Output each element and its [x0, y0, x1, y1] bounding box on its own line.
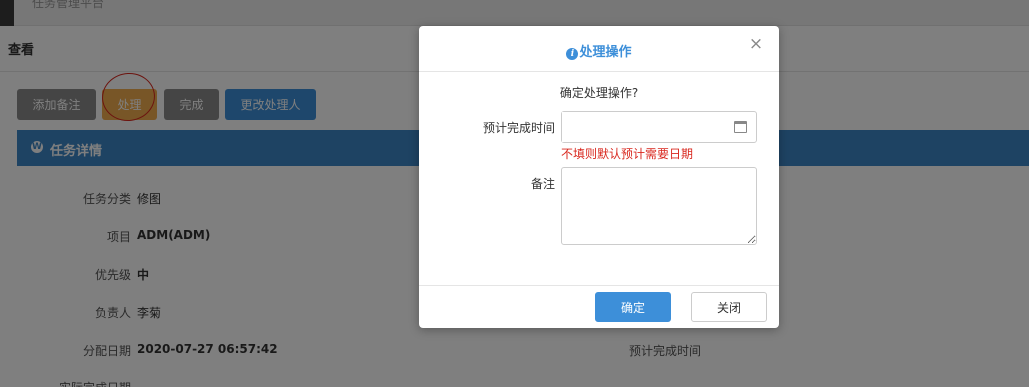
- handle-dialog: i 处理操作 × 确定处理操作? 预计完成时间 不填则默认预计需要日期 备注 确定…: [419, 26, 779, 328]
- close-button[interactable]: 关闭: [691, 292, 767, 322]
- date-hint: 不填则默认预计需要日期: [561, 147, 694, 161]
- dialog-title: i 处理操作: [419, 41, 779, 60]
- confirm-message: 确定处理操作?: [559, 86, 639, 100]
- dialog-title-text: 处理操作: [579, 45, 632, 60]
- expected-time-input[interactable]: [562, 112, 722, 142]
- close-icon[interactable]: ×: [748, 36, 764, 53]
- expected-time-field-label: 预计完成时间: [482, 121, 555, 135]
- remark-textarea[interactable]: [561, 167, 757, 245]
- confirm-button[interactable]: 确定: [595, 292, 671, 322]
- info-icon: i: [566, 48, 579, 60]
- remark-label: 备注: [530, 177, 555, 191]
- dialog-header: i 处理操作 ×: [419, 26, 779, 72]
- expected-time-picker[interactable]: [561, 111, 757, 143]
- dialog-footer: 确定 关闭: [419, 285, 779, 328]
- calendar-icon[interactable]: [734, 121, 747, 133]
